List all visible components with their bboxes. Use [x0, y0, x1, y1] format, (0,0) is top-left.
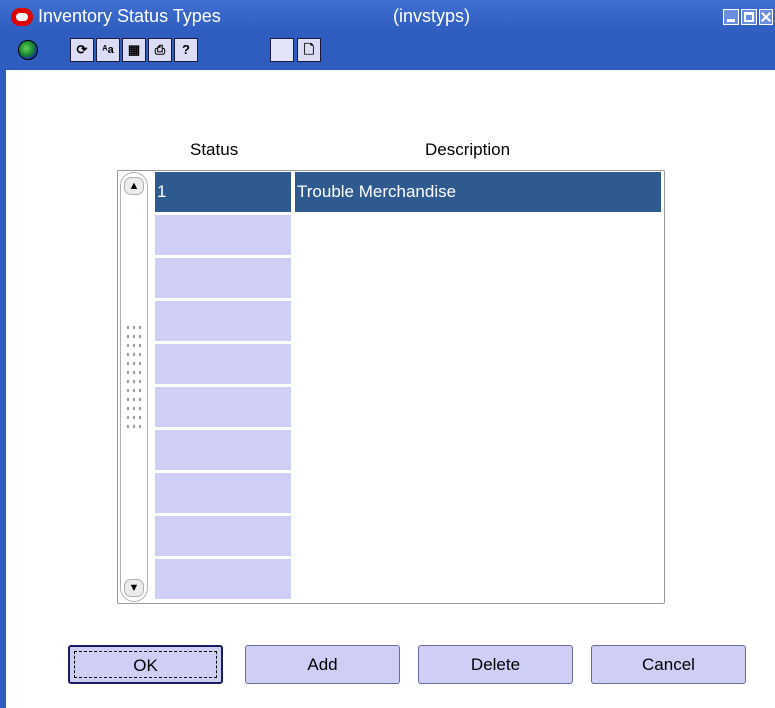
vertical-scrollbar[interactable]: ▲ ▼ [120, 172, 148, 602]
description-cell[interactable] [295, 301, 661, 341]
delete-button-label: Delete [470, 655, 521, 674]
description-cell[interactable] [295, 516, 661, 556]
refresh-icon[interactable]: ⟳ [70, 38, 94, 62]
close-button[interactable] [759, 9, 773, 25]
form-code: (invstyps) [393, 6, 471, 26]
ok-button[interactable]: OK [68, 645, 223, 684]
oracle-logo-icon [11, 8, 33, 26]
cancel-button-label: Cancel [642, 655, 695, 674]
status-cell[interactable]: 1 [155, 172, 291, 212]
help-icon[interactable]: ? [174, 38, 198, 62]
table-row[interactable] [155, 559, 663, 599]
description-cell[interactable] [295, 258, 661, 298]
status-cell[interactable] [155, 344, 291, 384]
status-cell[interactable] [155, 430, 291, 470]
left-border [0, 68, 6, 708]
toolbar: ⟳ ᴬa ▦ ⎙ ? 🗋 [0, 34, 775, 68]
scroll-down-icon[interactable]: ▼ [124, 579, 144, 597]
add-button-label: Add [307, 655, 338, 674]
scroll-up-icon[interactable]: ▲ [124, 177, 144, 195]
table-row[interactable] [155, 516, 663, 556]
description-cell[interactable] [295, 430, 661, 470]
table-row[interactable] [155, 344, 663, 384]
status-cell[interactable] [155, 215, 291, 255]
status-cell[interactable] [155, 559, 291, 599]
description-cell[interactable] [295, 559, 661, 599]
table-row[interactable] [155, 258, 663, 298]
description-cell[interactable] [295, 344, 661, 384]
cancel-button[interactable]: Cancel [591, 645, 746, 684]
status-cell[interactable] [155, 301, 291, 341]
description-cell[interactable] [295, 387, 661, 427]
table-row[interactable] [155, 430, 663, 470]
table-row[interactable]: 1 Trouble Merchandise [155, 172, 663, 212]
globe-icon[interactable] [16, 38, 40, 62]
new-doc-icon[interactable]: 🗋 [297, 38, 321, 62]
minimize-button[interactable] [723, 9, 739, 25]
add-button[interactable]: Add [245, 645, 400, 684]
toolbar-divider [6, 68, 775, 70]
scroll-thumb[interactable] [125, 323, 143, 433]
calendar-icon[interactable]: ▦ [122, 38, 146, 62]
table-row[interactable] [155, 473, 663, 513]
table-row[interactable] [155, 387, 663, 427]
description-column-header: Description [425, 140, 511, 159]
blank-icon[interactable] [270, 38, 294, 62]
description-cell[interactable]: Trouble Merchandise [295, 172, 661, 212]
delete-button[interactable]: Delete [418, 645, 573, 684]
table-row[interactable] [155, 215, 663, 255]
title-bar[interactable]: Inventory Status Types (invstyps) [0, 0, 775, 34]
table-row[interactable] [155, 301, 663, 341]
spellcheck-icon[interactable]: ᴬa [96, 38, 120, 62]
inventory-status-types-window: Inventory Status Types (invstyps) ⟳ ᴬa ▦… [0, 0, 775, 708]
ok-button-label: OK [133, 656, 158, 675]
print-icon[interactable]: ⎙ [148, 38, 172, 62]
maximize-button[interactable] [741, 9, 757, 25]
status-cell[interactable] [155, 516, 291, 556]
status-column-header: Status [190, 140, 239, 159]
status-cell[interactable] [155, 473, 291, 513]
window-title: Inventory Status Types [38, 6, 221, 26]
status-cell[interactable] [155, 258, 291, 298]
description-cell[interactable] [295, 215, 661, 255]
status-cell[interactable] [155, 387, 291, 427]
description-cell[interactable] [295, 473, 661, 513]
grid-rows: 1 Trouble Merchandise [155, 172, 663, 602]
